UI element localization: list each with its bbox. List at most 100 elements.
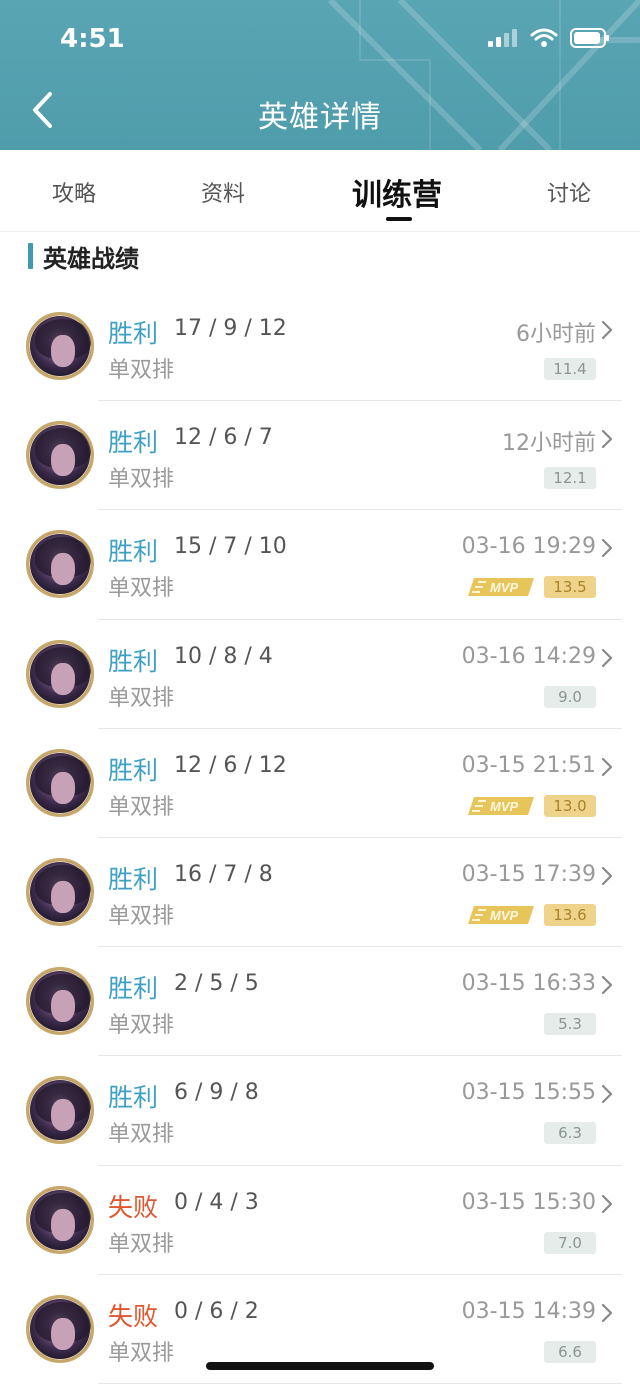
svg-text:MVP: MVP	[490, 908, 519, 923]
app-header: 4:51 英雄详情	[0, 0, 640, 150]
match-score: 6.6	[544, 1340, 596, 1363]
match-result: 胜利	[108, 755, 159, 785]
match-result: 胜利	[108, 428, 159, 458]
match-score: 13.6	[544, 903, 596, 926]
match-time: 03-15 14:39	[461, 1298, 596, 1324]
champion-avatar	[26, 967, 94, 1036]
match-mode: 单双排	[108, 903, 175, 929]
match-mode: 单双排	[108, 1231, 175, 1257]
match-time: 03-15 17:39	[461, 861, 596, 887]
match-mode: 单双排	[108, 685, 175, 711]
match-row[interactable]: 胜利 12 / 6 / 7 单双排 12小时前 12.1	[0, 401, 640, 511]
section-accent-bar	[28, 243, 33, 269]
match-kda: 15 / 7 / 10	[174, 534, 287, 560]
chevron-right-icon	[600, 320, 614, 340]
row-divider	[98, 1382, 622, 1384]
champion-avatar	[26, 421, 94, 490]
match-row[interactable]: 胜利 15 / 7 / 10 单双排 03-16 19:29 MVP 13.5	[0, 510, 640, 620]
match-mode: 单双排	[108, 794, 175, 820]
champion-avatar	[26, 1294, 94, 1363]
page-title: 英雄详情	[258, 100, 382, 135]
match-mode: 单双排	[108, 358, 175, 383]
svg-text:MVP: MVP	[490, 799, 519, 814]
match-kda: 10 / 8 / 4	[174, 643, 273, 669]
tab-info[interactable]: 资料	[201, 176, 245, 208]
tab-guide[interactable]: 攻略	[52, 176, 96, 208]
match-score: 5.3	[544, 1013, 596, 1036]
match-time: 03-16 19:29	[461, 534, 596, 560]
status-icons	[488, 28, 610, 52]
champion-avatar	[26, 1185, 94, 1254]
match-score: 7.0	[544, 1231, 596, 1254]
match-kda: 0 / 6 / 2	[174, 1298, 259, 1324]
match-result: 胜利	[108, 864, 159, 894]
match-result: 失败	[108, 1301, 159, 1331]
match-result: 胜利	[108, 646, 159, 676]
home-indicator	[206, 1362, 434, 1370]
chevron-right-icon	[600, 538, 614, 558]
match-mode: 单双排	[108, 1340, 175, 1366]
match-mode: 单双排	[108, 1122, 175, 1148]
match-result: 失败	[108, 1192, 159, 1222]
match-row[interactable]: 胜利 6 / 9 / 8 单双排 03-15 15:55 6.3	[0, 1056, 640, 1166]
match-kda: 2 / 5 / 5	[174, 971, 259, 997]
champion-avatar	[26, 530, 94, 599]
mvp-badge-icon: MVP	[466, 574, 536, 600]
status-time: 4:51	[60, 24, 125, 54]
match-mode: 单双排	[108, 576, 175, 602]
match-time: 03-15 16:33	[461, 971, 596, 997]
mvp-badge-icon: MVP	[466, 793, 536, 819]
match-kda: 0 / 4 / 3	[174, 1189, 259, 1215]
champion-avatar	[26, 312, 94, 380]
match-score: 6.3	[544, 1122, 596, 1145]
match-result: 胜利	[108, 1083, 159, 1113]
match-time: 03-15 15:55	[461, 1080, 596, 1106]
match-score: 12.1	[544, 467, 596, 490]
champion-avatar	[26, 639, 94, 708]
wifi-icon	[530, 28, 558, 52]
champion-avatar	[26, 748, 94, 817]
match-list: 胜利 17 / 9 / 12 单双排 6小时前 11.4 胜利 12 / 6 /…	[0, 292, 640, 1384]
match-row[interactable]: 失败 0 / 4 / 3 单双排 03-15 15:30 7.0	[0, 1166, 640, 1275]
chevron-right-icon	[600, 975, 614, 995]
match-kda: 6 / 9 / 8	[174, 1080, 259, 1106]
signal-icon	[488, 29, 518, 51]
match-score: 9.0	[544, 685, 596, 708]
match-row[interactable]: 胜利 17 / 9 / 12 单双排 6小时前 11.4	[0, 292, 640, 402]
match-row[interactable]: 胜利 10 / 8 / 4 单双排 03-16 14:29 9.0	[0, 620, 640, 729]
match-time: 12小时前	[502, 431, 596, 457]
chevron-right-icon	[600, 757, 614, 777]
champion-avatar	[26, 857, 94, 926]
tab-bar: 攻略 资料 训练营 讨论	[0, 150, 640, 232]
chevron-right-icon	[600, 429, 614, 449]
match-score: 13.0	[544, 794, 596, 817]
chevron-right-icon	[600, 1084, 614, 1104]
match-score: 13.5	[544, 576, 596, 599]
tab-active-indicator	[386, 217, 412, 221]
match-result: 胜利	[108, 974, 159, 1004]
match-score: 11.4	[544, 358, 596, 380]
match-time: 03-15 15:30	[461, 1189, 596, 1215]
match-mode: 单双排	[108, 467, 175, 493]
tab-discussion[interactable]: 讨论	[547, 176, 591, 208]
section-header: 英雄战绩	[28, 240, 139, 273]
match-kda: 16 / 7 / 8	[174, 861, 273, 887]
match-kda: 17 / 9 / 12	[174, 316, 287, 341]
chevron-right-icon	[600, 1194, 614, 1214]
chevron-right-icon	[600, 648, 614, 668]
section-title: 英雄战绩	[43, 244, 139, 273]
chevron-right-icon	[600, 866, 614, 886]
tab-training[interactable]: 训练营	[352, 170, 442, 214]
svg-text:MVP: MVP	[490, 580, 519, 595]
match-row[interactable]: 胜利 12 / 6 / 12 单双排 03-15 21:51 MVP 13.0	[0, 729, 640, 838]
match-row[interactable]: 胜利 2 / 5 / 5 单双排 03-15 16:33 5.3	[0, 947, 640, 1057]
mvp-badge-icon: MVP	[466, 902, 536, 928]
match-time: 03-16 14:29	[461, 643, 596, 669]
match-kda: 12 / 6 / 7	[174, 425, 273, 451]
match-result: 胜利	[108, 319, 159, 348]
match-time: 6小时前	[516, 322, 596, 347]
match-time: 03-15 21:51	[461, 752, 596, 778]
match-result: 胜利	[108, 537, 159, 567]
match-row[interactable]: 胜利 16 / 7 / 8 单双排 03-15 17:39 MVP 13.6	[0, 838, 640, 948]
match-kda: 12 / 6 / 12	[174, 752, 287, 778]
